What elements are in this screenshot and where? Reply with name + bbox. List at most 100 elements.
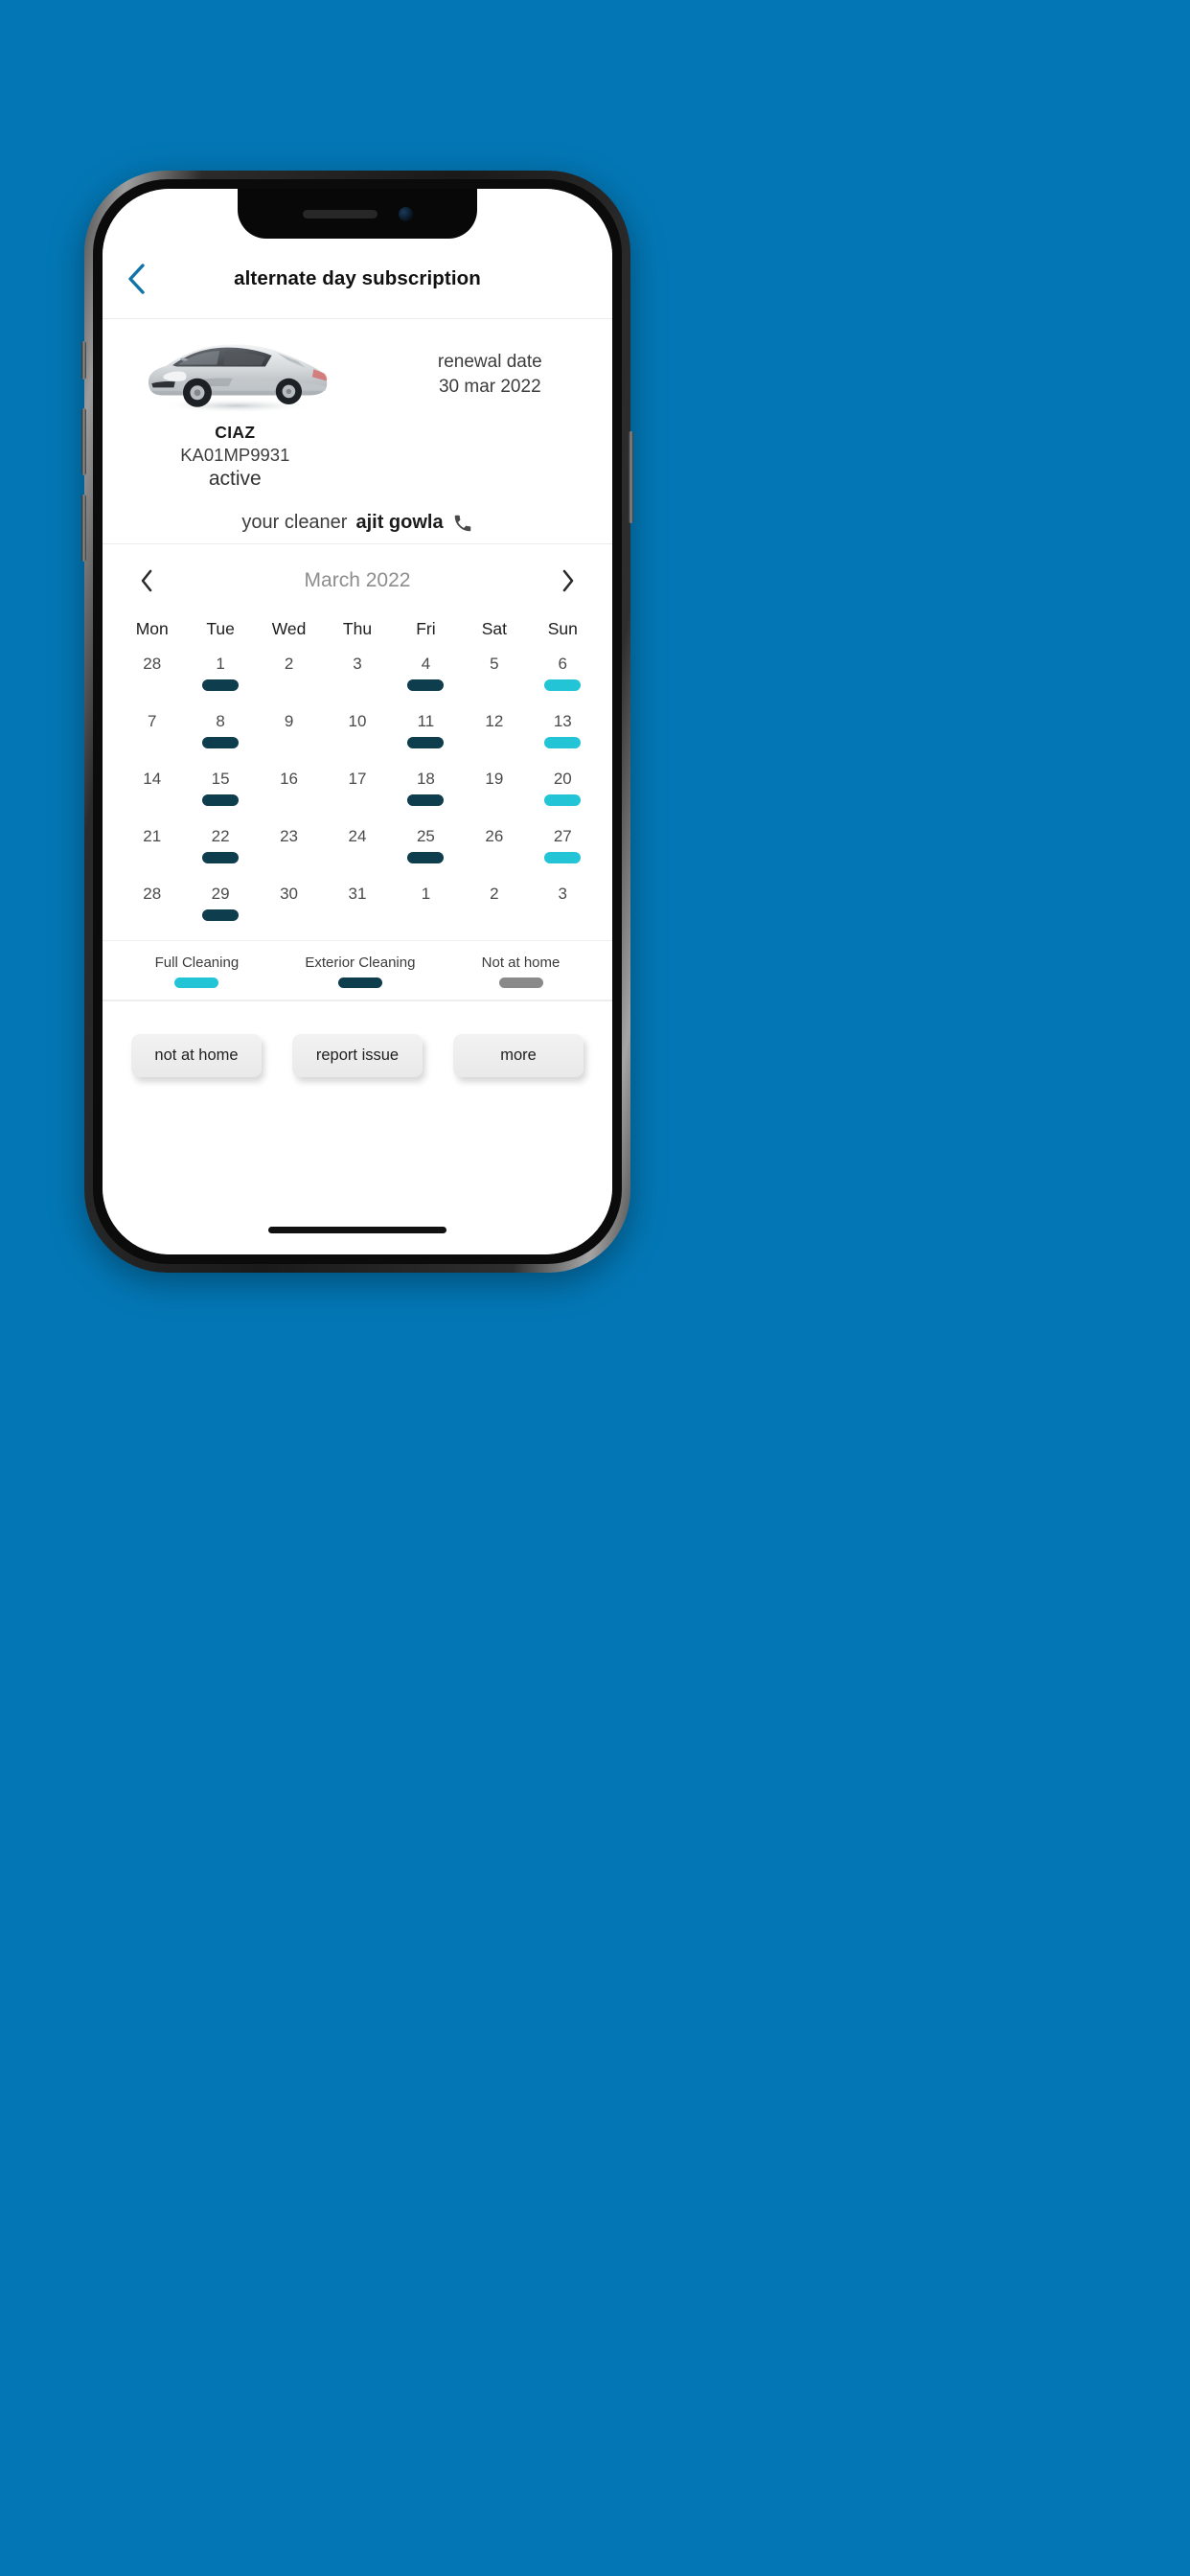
calendar-header: March 2022 [103,548,612,610]
calendar-day-cell[interactable]: 28 [118,647,186,704]
calendar-day-cell[interactable]: 13 [529,704,597,762]
calendar-day-service-bar [407,679,445,691]
calendar-day-cell[interactable]: 3 [323,647,391,704]
calendar-day-cell[interactable]: 2 [460,877,528,934]
calendar-day-service-bar [407,737,445,748]
calendar-day-service-bar [339,679,376,691]
calendar-day-service-bar [339,737,376,748]
calendar-day-cell[interactable]: 10 [323,704,391,762]
front-camera-icon [398,206,413,221]
page-title: alternate day subscription [234,266,481,289]
calendar-day-number: 7 [147,712,157,730]
calendar-day-number: 31 [348,885,367,903]
calendar-day-number: 4 [421,655,431,673]
call-cleaner-button[interactable] [452,513,473,534]
calendar-legend: Full Cleaning Exterior Cleaning Not at hom… [103,940,612,1000]
vehicle-top-row: CIAZ KA01MP9931 active renewal date 30 m… [103,325,612,491]
next-month-button[interactable] [549,562,587,600]
calendar-day-service-bar [271,737,308,748]
back-button[interactable] [114,257,158,301]
calendar-day-cell[interactable]: 9 [255,704,323,762]
calendar-day-cell[interactable]: 24 [323,819,391,877]
calendar-day-service-bar [476,737,513,748]
calendar-day-cell[interactable]: 20 [529,762,597,819]
cleaner-label: your cleaner [241,512,348,533]
calendar-day-cell[interactable]: 6 [529,647,597,704]
phone-device-frame: alternate day subscription CIAZ KA01MP99… [81,171,633,1273]
calendar-day-cell[interactable]: 30 [255,877,323,934]
calendar-day-service-bar [544,794,582,806]
calendar-day-number: 22 [211,827,230,845]
calendar-day-cell[interactable]: 26 [460,819,528,877]
home-indicator[interactable] [268,1227,446,1233]
calendar-day-cell[interactable]: 21 [118,819,186,877]
calendar-day-cell[interactable]: 29 [186,877,254,934]
sedan-car-illustration [148,344,328,413]
calendar-day-service-bar [134,737,171,748]
calendar-day-cell[interactable]: 7 [118,704,186,762]
volume-up-button[interactable] [81,408,86,475]
calendar-day-service-bar [202,909,240,921]
calendar-day-number: 19 [485,770,504,788]
calendar-day-cell[interactable]: 22 [186,819,254,877]
calendar-weekday-thu: Thu [342,619,373,638]
app-content: alternate day subscription CIAZ KA01MP99… [103,189,612,1254]
calendar-day-cell[interactable]: 3 [529,877,597,934]
calendar-day-service-bar [339,794,376,806]
calendar-day-cell[interactable]: 18 [392,762,460,819]
calendar-weekday-sat: Sat [481,619,507,638]
calendar-weekday-fri: Fri [416,619,436,638]
prev-month-button[interactable] [127,562,166,600]
calendar-day-cell[interactable]: 17 [323,762,391,819]
calendar-day-number: 5 [490,655,499,673]
calendar-weekday-row: Mon Tue Wed Thu Fri Sat Sun [103,610,612,647]
calendar-day-number: 10 [348,712,367,730]
subscription-calendar: March 2022 Mon Tue Wed Thu Fri Sat Sun 28 1 2 3 4 5… [103,544,612,1001]
volume-down-button[interactable] [81,494,86,562]
calendar-day-cell[interactable]: 27 [529,819,597,877]
report-issue-button[interactable]: report issue [292,1034,423,1077]
mute-switch[interactable] [81,341,86,380]
vehicle-identity-block: CIAZ KA01MP9931 active [103,325,368,491]
legend-item: Not at home [482,954,560,988]
calendar-day-service-bar [476,794,513,806]
calendar-day-number: 8 [216,712,225,730]
calendar-day-cell[interactable]: 31 [323,877,391,934]
power-button[interactable] [629,431,633,523]
calendar-day-number: 30 [280,885,299,903]
calendar-day-cell[interactable]: 19 [460,762,528,819]
phone-icon [454,515,470,531]
calendar-day-cell[interactable]: 8 [186,704,254,762]
calendar-day-cell[interactable]: 11 [392,704,460,762]
calendar-day-cell[interactable]: 23 [255,819,323,877]
calendar-day-service-bar [271,794,308,806]
calendar-day-cell[interactable]: 5 [460,647,528,704]
subscription-status: active [208,468,262,490]
legend-item: Full Cleaning [155,954,239,988]
legend-label: Exterior Cleaning [305,954,416,971]
legend-color-swatch [337,978,382,988]
calendar-day-cell[interactable]: 12 [460,704,528,762]
calendar-day-cell[interactable]: 28 [118,877,186,934]
calendar-day-cell[interactable]: 25 [392,819,460,877]
calendar-day-cell[interactable]: 1 [392,877,460,934]
calendar-day-cell[interactable]: 15 [186,762,254,819]
calendar-day-service-bar [407,909,444,921]
calendar-day-service-bar [476,679,513,691]
calendar-day-service-bar [476,852,513,863]
calendar-day-service-bar [134,909,171,921]
more-button[interactable]: more [453,1034,584,1077]
not-at-home-button[interactable]: not at home [131,1034,262,1077]
calendar-day-cell[interactable]: 1 [186,647,254,704]
cleaner-row: your cleaner ajit gowla [103,512,612,534]
calendar-day-service-bar [407,794,445,806]
calendar-day-cell[interactable]: 4 [392,647,460,704]
calendar-day-cell[interactable]: 14 [118,762,186,819]
calendar-day-cell[interactable]: 2 [255,647,323,704]
calendar-day-number: 26 [485,827,504,845]
calendar-day-number: 25 [416,827,435,845]
calendar-day-number: 2 [284,655,294,673]
calendar-day-number: 3 [353,655,362,673]
calendar-day-number: 14 [143,770,162,788]
calendar-day-cell[interactable]: 16 [255,762,323,819]
